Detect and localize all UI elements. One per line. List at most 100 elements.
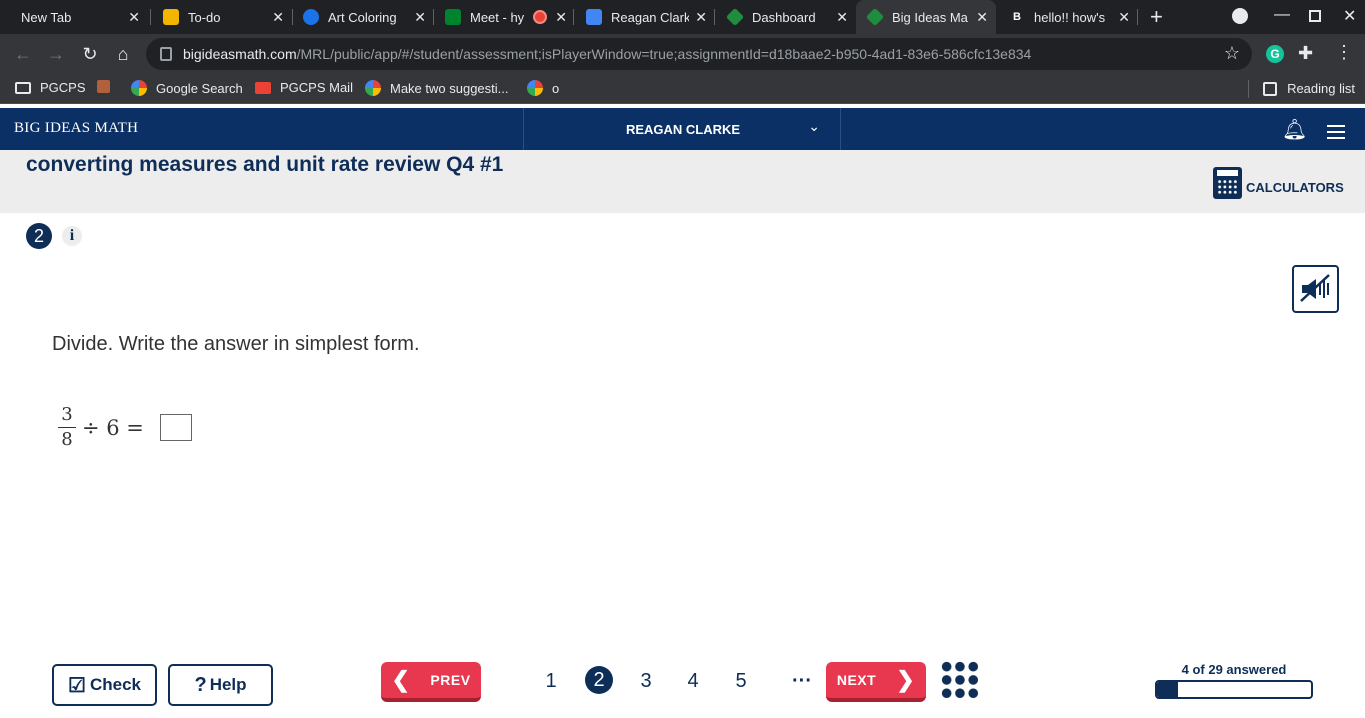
answer-input[interactable] — [159, 414, 192, 441]
tab-title: New Tab — [21, 9, 72, 25]
check-button[interactable]: ☑ Check — [52, 664, 157, 706]
tab-big-ideas-math[interactable]: Big Ideas Ma ✕ — [856, 0, 996, 34]
hexagon-icon — [97, 80, 110, 93]
bookmark-pgcps-mail[interactable]: PGCPS Mail — [255, 80, 353, 95]
close-icon[interactable]: ✕ — [695, 9, 707, 26]
forward-arrow-icon[interactable]: → — [44, 42, 68, 66]
grammarly-extension-icon[interactable]: G — [1266, 45, 1284, 63]
bookmark-o[interactable]: o — [527, 80, 559, 96]
brand-logo[interactable]: BIG IDEAS MATH — [14, 120, 138, 137]
fraction-numerator: 3 — [61, 404, 73, 425]
bookmark-make-two-suggestions[interactable]: Make two suggesti... — [365, 80, 509, 96]
tab-title: To-do — [188, 9, 221, 25]
more-pages-ellipsis[interactable]: ··· — [788, 668, 816, 694]
to-do-icon — [163, 9, 179, 25]
question-grid-icon[interactable] — [940, 660, 980, 700]
tab-separator — [714, 9, 715, 25]
tab-title: hello!! how's — [1034, 9, 1106, 25]
tab-hello[interactable]: B hello!! how's ✕ — [998, 0, 1138, 34]
assignment-title: converting measures and unit rate review… — [26, 153, 504, 176]
new-tab-plus-icon[interactable]: + — [1150, 4, 1163, 30]
close-icon[interactable]: ✕ — [555, 9, 567, 26]
back-arrow-icon[interactable]: ← — [11, 42, 35, 66]
question-number-badge: 2 — [26, 223, 52, 249]
fraction: 3 8 — [58, 405, 76, 450]
reading-list-button[interactable]: Reading list — [1263, 81, 1355, 96]
calculator-icon — [1213, 167, 1242, 199]
bookmark-pgcps[interactable]: PGCPS — [15, 80, 86, 95]
fraction-denominator: 8 — [61, 429, 73, 450]
browser-toolbar: ← → ↻ ⌂ bigideasmath.com/MRL/public/app/… — [0, 34, 1365, 74]
question-mark-icon: ? — [194, 673, 207, 696]
page-1[interactable]: 1 — [537, 668, 565, 694]
audio-muted-button[interactable] — [1292, 265, 1339, 313]
reload-icon[interactable]: ↻ — [78, 42, 102, 66]
minimize-icon[interactable]: — — [1274, 6, 1290, 24]
bookmark-unnamed[interactable] — [97, 80, 119, 93]
close-icon[interactable]: ✕ — [1118, 9, 1130, 26]
close-icon[interactable]: ✕ — [272, 9, 284, 26]
google-icon — [527, 80, 543, 96]
user-menu[interactable]: REAGAN CLARKE ⌄ — [523, 108, 841, 150]
tab-art-coloring[interactable]: Art Coloring | ✕ — [294, 0, 434, 34]
tab-meet[interactable]: Meet - hy ✕ — [435, 0, 575, 34]
tab-search-icon[interactable] — [1232, 8, 1248, 24]
page-4[interactable]: 4 — [679, 668, 707, 694]
hamburger-menu-icon[interactable] — [1327, 125, 1345, 139]
site-info-icon[interactable] — [160, 47, 172, 61]
recording-icon — [533, 10, 547, 24]
prev-button[interactable]: ❮ PREV — [381, 662, 481, 702]
assignment-title-bar: converting measures and unit rate review… — [0, 150, 1365, 213]
tab-title: Big Ideas Ma — [892, 9, 968, 25]
close-icon[interactable]: ✕ — [414, 9, 426, 26]
restore-icon[interactable] — [1309, 10, 1321, 22]
bookmark-star-icon[interactable]: ☆ — [1224, 43, 1240, 64]
math-expression: 3 8 ÷ 6 = — [58, 405, 192, 450]
tab-title: Dashboard — [752, 9, 816, 25]
chevron-right-icon: ❯ — [896, 667, 916, 692]
bookmark-label: Google Search — [156, 80, 243, 96]
tab-to-do[interactable]: To-do ✕ — [152, 0, 292, 34]
help-label: Help — [209, 675, 247, 694]
tab-dashboard[interactable]: Dashboard ✕ — [716, 0, 856, 34]
address-bar[interactable]: bigideasmath.com/MRL/public/app/#/studen… — [146, 38, 1252, 70]
close-icon[interactable]: ✕ — [976, 9, 988, 26]
speaker-muted-icon — [1300, 274, 1330, 302]
home-icon[interactable]: ⌂ — [111, 42, 135, 66]
close-icon[interactable]: ✕ — [836, 9, 848, 26]
tab-separator — [433, 9, 434, 25]
calculators-button[interactable]: CALCULATORS — [1213, 167, 1344, 199]
page-3[interactable]: 3 — [632, 668, 660, 694]
page-2-current[interactable]: 2 — [585, 666, 613, 694]
url-path: /MRL/public/app/#/student/assessment;isP… — [296, 46, 1032, 62]
bookmarks-divider — [1248, 80, 1249, 98]
page-5[interactable]: 5 — [727, 668, 755, 694]
help-button[interactable]: ? Help — [168, 664, 273, 706]
tab-reagan-clarke-doc[interactable]: Reagan Clark ✕ — [575, 0, 715, 34]
bookmark-google-search[interactable]: Google Search — [131, 80, 243, 96]
folder-icon — [15, 81, 31, 94]
next-button[interactable]: NEXT ❯ — [826, 662, 926, 702]
division-operator: ÷ 6 = — [82, 415, 144, 440]
close-icon[interactable]: ✕ — [128, 9, 140, 26]
tab-new-tab[interactable]: New Tab ✕ — [8, 0, 148, 34]
tab-separator — [150, 9, 151, 25]
docs-icon — [586, 9, 602, 25]
notification-bell-icon[interactable]: 🔔︎ — [1282, 117, 1307, 142]
bookmarks-bar: PGCPS Google Search PGCPS Mail Make two … — [0, 74, 1365, 104]
tab-title: Meet - hy — [470, 9, 525, 25]
tab-separator — [1137, 9, 1138, 25]
bookmark-label: o — [552, 80, 560, 96]
reading-list-icon — [1263, 81, 1278, 96]
answered-count: 4 of 29 answered — [1181, 662, 1287, 677]
browser-menu-icon[interactable]: ⋮ — [1335, 42, 1353, 63]
app-header: BIG IDEAS MATH REAGAN CLARKE ⌄ 🔔︎ — [0, 108, 1365, 150]
chevron-left-icon: ❮ — [391, 667, 411, 692]
tab-title: Art Coloring | — [328, 9, 396, 25]
extensions-puzzle-icon[interactable]: ✚ — [1298, 43, 1313, 64]
user-name: REAGAN CLARKE — [625, 122, 741, 137]
info-icon[interactable]: i — [62, 226, 82, 246]
close-window-icon[interactable]: ✕ — [1343, 6, 1356, 26]
checkbox-icon: ☑ — [68, 674, 86, 697]
fraction-bar — [58, 427, 76, 428]
